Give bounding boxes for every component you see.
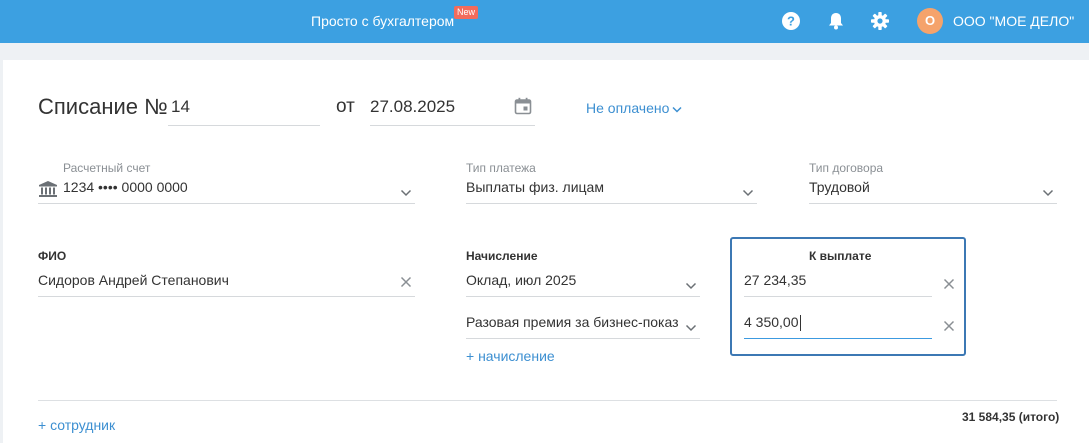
fio-value: Сидоров Андрей Степанович [38,272,229,288]
accrual-value: Разовая премия за бизнес-показ [466,314,678,330]
chevron-down-icon [685,277,697,290]
fio-input[interactable]: Сидоров Андрей Степанович [38,265,415,297]
date-prefix-label: от [336,96,355,117]
payment-status-dropdown[interactable]: Не оплачено [586,100,682,116]
clear-icon[interactable] [943,277,955,290]
svg-text:?: ? [787,14,795,29]
help-icon[interactable]: ? [781,11,801,31]
section-divider [38,400,1057,401]
accrual-value: Оклад, июл 2025 [466,272,577,288]
document-number-value: 14 [171,97,190,116]
contract-type-value: Трудовой [809,179,870,195]
payment-status-label: Не оплачено [586,100,670,116]
chevron-down-icon [400,184,412,197]
chevron-down-icon [685,319,697,332]
chevron-down-icon [742,184,754,197]
document-title: Списание № [38,94,168,119]
total-amount: 31 584,35 (итого) [962,410,1060,424]
payout-label: К выплате [809,249,872,263]
contract-type-select[interactable]: Трудовой [809,172,1057,204]
chevron-down-icon [1042,184,1054,197]
accrual-select[interactable]: Разовая премия за бизнес-показ [466,307,700,339]
document-number-field[interactable]: 14 [168,88,320,126]
bank-icon [38,180,58,198]
org-name[interactable]: ООО "МОЕ ДЕЛО" [953,13,1074,29]
payout-amount-value: 4 350,00 [744,314,799,330]
payout-amount-value: 27 234,35 [744,272,807,288]
chevron-down-icon [672,106,682,113]
accrual-label: Начисление [466,249,538,263]
payment-type-select[interactable]: Выплаты физ. лицам [466,172,757,204]
payment-type-value: Выплаты физ. лицам [466,179,604,195]
calendar-icon[interactable] [514,97,532,115]
fio-label: ФИО [38,249,67,263]
header-title[interactable]: Просто с бухгалтером [311,13,454,29]
avatar[interactable]: О [917,8,943,34]
top-bar: Просто с бухгалтером New ? О ООО "МОЕ ДЕ… [0,0,1089,43]
account-select[interactable]: 1234 •••• 0000 0000 [38,172,415,204]
payout-amount-input[interactable]: 27 234,35 [744,265,932,297]
accrual-select[interactable]: Оклад, июл 2025 [466,265,700,297]
document-card: Списание № 14 от 27.08.2025 Не оплачено … [3,60,1089,443]
add-employee-link[interactable]: + сотрудник [38,417,115,433]
document-date-field[interactable]: 27.08.2025 [370,88,535,126]
gear-icon[interactable] [870,11,890,31]
clear-icon[interactable] [400,275,412,288]
add-accrual-link[interactable]: + начисление [466,348,555,364]
text-cursor [799,315,801,332]
account-value: 1234 •••• 0000 0000 [63,179,188,195]
bell-icon[interactable] [826,11,846,31]
payout-amount-input[interactable]: 4 350,00 [744,307,932,339]
clear-icon[interactable] [943,319,955,332]
document-date-value: 27.08.2025 [370,97,456,116]
new-badge: New [454,6,479,19]
